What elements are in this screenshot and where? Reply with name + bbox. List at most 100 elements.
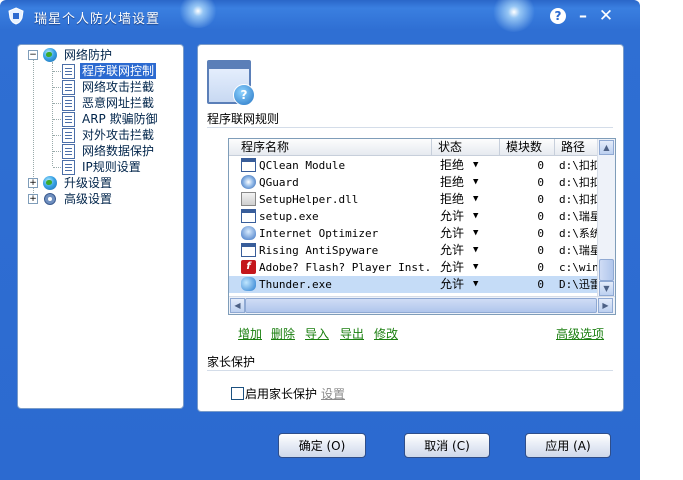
path-cell: c:\win bbox=[559, 261, 597, 274]
module-count-cell: 0 bbox=[537, 278, 544, 291]
table-row[interactable]: SetupHelper.dll 拒绝 ▼ 0 d:\扣扣 bbox=[229, 191, 597, 208]
module-count-cell: 0 bbox=[537, 244, 544, 257]
rule-page-icon bbox=[62, 96, 75, 111]
settings-tree-panel: − 网络防护 程序联网控制 网络攻击拦截 恶意网址拦截 ARP 欺骗防御 对外攻… bbox=[17, 44, 184, 409]
close-button[interactable]: ✕ bbox=[597, 7, 615, 25]
status-cell: 允许 bbox=[440, 260, 465, 274]
table-row[interactable]: Internet Optimizer 允许 ▼ 0 d:\系统 bbox=[229, 225, 597, 242]
import-link[interactable]: 导入 bbox=[305, 325, 329, 342]
table-row[interactable]: Thunder.exe 允许 ▼ 0 D:\迅雷 bbox=[229, 276, 597, 293]
horizontal-scrollbar[interactable]: ◀ ▶ bbox=[229, 296, 615, 314]
status-cell: 允许 bbox=[440, 243, 465, 257]
title-bar[interactable]: 瑞星个人防火墙设置 ? – ✕ bbox=[0, 0, 640, 32]
dll-icon bbox=[241, 192, 256, 206]
tree-node-upgrade-settings[interactable]: 升级设置 bbox=[64, 175, 112, 191]
program-name-cell: QGuard bbox=[259, 176, 299, 189]
tree-item-network-attack-block[interactable]: 网络攻击拦截 bbox=[82, 79, 154, 95]
add-link[interactable]: 增加 bbox=[238, 325, 262, 342]
enable-parental-protection-label[interactable]: 启用家长保护 bbox=[245, 385, 317, 402]
program-name-cell: SetupHelper.dll bbox=[259, 193, 359, 206]
tree-node-advanced-settings[interactable]: 高级设置 bbox=[64, 191, 112, 207]
thunder-icon bbox=[241, 277, 256, 291]
program-rules-list[interactable]: 程序名称 状态 模块数 路径 QClean Module 拒绝 ▼ 0 d:\扣扣 QGu… bbox=[228, 138, 616, 315]
cancel-button[interactable]: 取消 (C) bbox=[404, 433, 490, 458]
sparkle-decoration bbox=[178, 0, 218, 28]
table-row[interactable]: f Adobe? Flash? Player Inst... 允许 ▼ 0 c:\win bbox=[229, 259, 597, 276]
status-cell: 允许 bbox=[440, 209, 465, 223]
apply-button[interactable]: 应用 (A) bbox=[525, 433, 611, 458]
program-name-cell: Internet Optimizer bbox=[259, 227, 379, 240]
table-row[interactable]: QClean Module 拒绝 ▼ 0 d:\扣扣 bbox=[229, 157, 597, 174]
scroll-right-arrow-icon[interactable]: ▶ bbox=[598, 298, 613, 313]
tree-item-arp-defense[interactable]: ARP 欺骗防御 bbox=[82, 111, 158, 127]
rule-page-icon bbox=[62, 80, 75, 95]
export-link[interactable]: 导出 bbox=[340, 325, 364, 342]
column-header-path[interactable]: 路径 bbox=[555, 139, 598, 156]
window-icon bbox=[241, 209, 256, 223]
status-dropdown-arrow-icon[interactable]: ▼ bbox=[473, 191, 485, 208]
status-dropdown-arrow-icon[interactable]: ▼ bbox=[473, 225, 485, 242]
status-dropdown-arrow-icon[interactable]: ▼ bbox=[473, 276, 485, 293]
program-name-cell: QClean Module bbox=[259, 159, 346, 172]
ok-button[interactable]: 确定 (O) bbox=[278, 433, 366, 458]
path-cell: d:\扣扣 bbox=[559, 159, 597, 172]
tree-item-network-data-protection[interactable]: 网络数据保护 bbox=[82, 143, 154, 159]
path-cell: d:\系统 bbox=[559, 227, 597, 240]
rule-page-icon bbox=[62, 144, 75, 159]
delete-link[interactable]: 删除 bbox=[271, 325, 295, 342]
tree-item-ip-rules[interactable]: IP规则设置 bbox=[82, 159, 141, 175]
scroll-thumb[interactable] bbox=[599, 259, 614, 281]
advanced-options-link[interactable]: 高级选项 bbox=[556, 325, 604, 342]
status-cell: 允许 bbox=[440, 277, 465, 291]
tree-item-malicious-url-block[interactable]: 恶意网址拦截 bbox=[82, 95, 154, 111]
status-dropdown-arrow-icon[interactable]: ▼ bbox=[473, 157, 485, 174]
sparkle-decoration bbox=[492, 0, 536, 32]
path-cell: d:\扣扣 bbox=[559, 193, 597, 206]
module-count-cell: 0 bbox=[537, 227, 544, 240]
status-dropdown-arrow-icon[interactable]: ▼ bbox=[473, 242, 485, 259]
program-window-icon: ? bbox=[207, 60, 255, 106]
status-dropdown-arrow-icon[interactable]: ▼ bbox=[473, 259, 485, 276]
status-dropdown-arrow-icon[interactable]: ▼ bbox=[473, 208, 485, 225]
collapse-toggle[interactable]: − bbox=[28, 50, 38, 60]
scroll-up-arrow-icon[interactable]: ▲ bbox=[599, 140, 614, 155]
network-globe-icon bbox=[43, 48, 57, 62]
parental-protection-title: 家长保护 bbox=[207, 355, 256, 369]
program-name-cell: setup.exe bbox=[259, 210, 319, 223]
column-header-name[interactable]: 程序名称 bbox=[229, 139, 432, 156]
module-count-cell: 0 bbox=[537, 159, 544, 172]
rule-page-icon bbox=[62, 64, 75, 79]
scroll-down-arrow-icon[interactable]: ▼ bbox=[599, 281, 614, 296]
qguard-icon bbox=[241, 175, 256, 189]
module-count-cell: 0 bbox=[537, 261, 544, 274]
table-row[interactable]: Rising AntiSpyware 允许 ▼ 0 d:\瑞星 bbox=[229, 242, 597, 259]
help-button[interactable]: ? bbox=[550, 8, 566, 24]
parental-settings-link[interactable]: 设置 bbox=[321, 385, 345, 402]
window-icon bbox=[241, 243, 256, 257]
minimize-button[interactable]: – bbox=[574, 7, 592, 25]
status-dropdown-arrow-icon[interactable]: ▼ bbox=[473, 174, 485, 191]
path-cell: D:\迅雷 bbox=[559, 278, 597, 291]
program-name-cell: Adobe? Flash? Player Inst... bbox=[259, 261, 431, 274]
tree-item-outbound-attack-block[interactable]: 对外攻击拦截 bbox=[82, 127, 154, 143]
gear-icon bbox=[44, 193, 56, 205]
optimizer-icon bbox=[241, 226, 256, 240]
module-count-cell: 0 bbox=[537, 176, 544, 189]
scroll-left-arrow-icon[interactable]: ◀ bbox=[230, 298, 245, 313]
table-row[interactable]: setup.exe 允许 ▼ 0 d:\瑞星 bbox=[229, 208, 597, 225]
tree-node-network-protection[interactable]: 网络防护 bbox=[64, 47, 112, 63]
table-row[interactable]: QGuard 拒绝 ▼ 0 d:\扣扣 bbox=[229, 174, 597, 191]
column-header-status[interactable]: 状态 bbox=[432, 139, 500, 156]
vertical-scrollbar[interactable]: ▲ ▼ bbox=[597, 139, 615, 297]
modify-link[interactable]: 修改 bbox=[374, 325, 398, 342]
expand-toggle[interactable]: + bbox=[28, 194, 38, 204]
horizontal-scroll-thumb[interactable] bbox=[245, 298, 597, 313]
enable-parental-protection-checkbox[interactable] bbox=[231, 387, 244, 400]
status-cell: 允许 bbox=[440, 226, 465, 240]
program-name-cell: Thunder.exe bbox=[259, 278, 332, 291]
rule-page-icon bbox=[62, 160, 75, 175]
expand-toggle[interactable]: + bbox=[28, 178, 38, 188]
column-header-modules[interactable]: 模块数 bbox=[500, 139, 555, 156]
tree-item-program-network-control[interactable]: 程序联网控制 bbox=[80, 63, 157, 79]
rule-page-icon bbox=[62, 128, 75, 143]
